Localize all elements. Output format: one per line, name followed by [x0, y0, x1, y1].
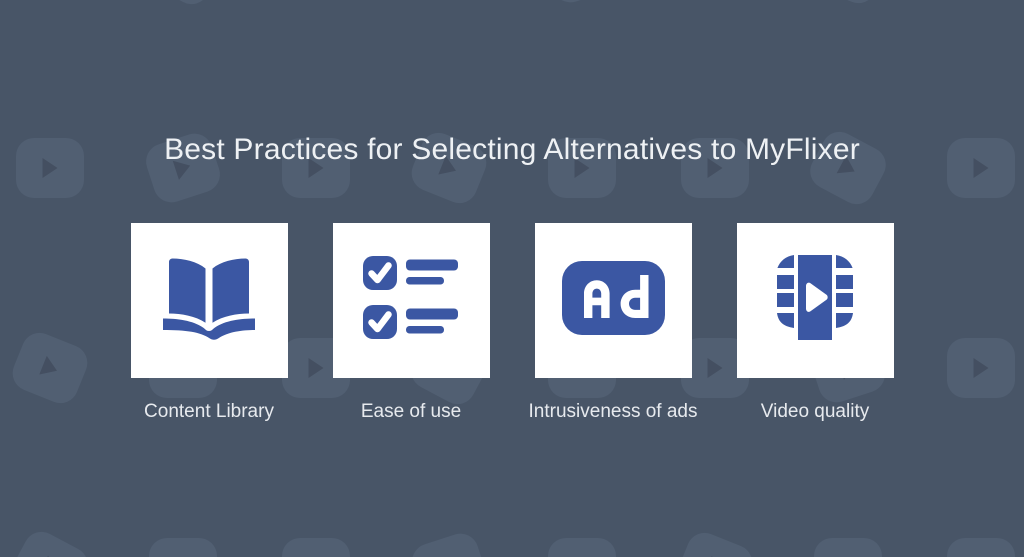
open-book-icon	[159, 255, 259, 346]
feature-label: Content Library	[144, 401, 274, 422]
feature-label: Ease of use	[360, 401, 462, 422]
feature-label: Video quality	[760, 401, 870, 422]
film-strip-play-icon	[770, 253, 860, 348]
feature-item-ease-of-use[interactable]: Ease of use	[332, 223, 490, 423]
checklist-icon	[361, 254, 461, 347]
feature-item-video-quality[interactable]: Video quality	[736, 223, 894, 423]
icon-card	[736, 223, 894, 378]
feature-list: Content Library Ease of use Intrusivenes…	[0, 223, 1024, 423]
icon-card	[534, 223, 692, 378]
icon-card	[332, 223, 490, 378]
feature-item-content-library[interactable]: Content Library	[130, 223, 288, 423]
ad-badge-icon	[561, 261, 665, 340]
page-title: Best Practices for Selecting Alternative…	[164, 133, 860, 166]
feature-item-intrusiveness-of-ads[interactable]: Intrusiveness of ads	[529, 223, 698, 423]
feature-label: Intrusiveness of ads	[528, 401, 698, 422]
slide-content: Best Practices for Selecting Alternative…	[0, 0, 1024, 557]
icon-card	[130, 223, 288, 378]
